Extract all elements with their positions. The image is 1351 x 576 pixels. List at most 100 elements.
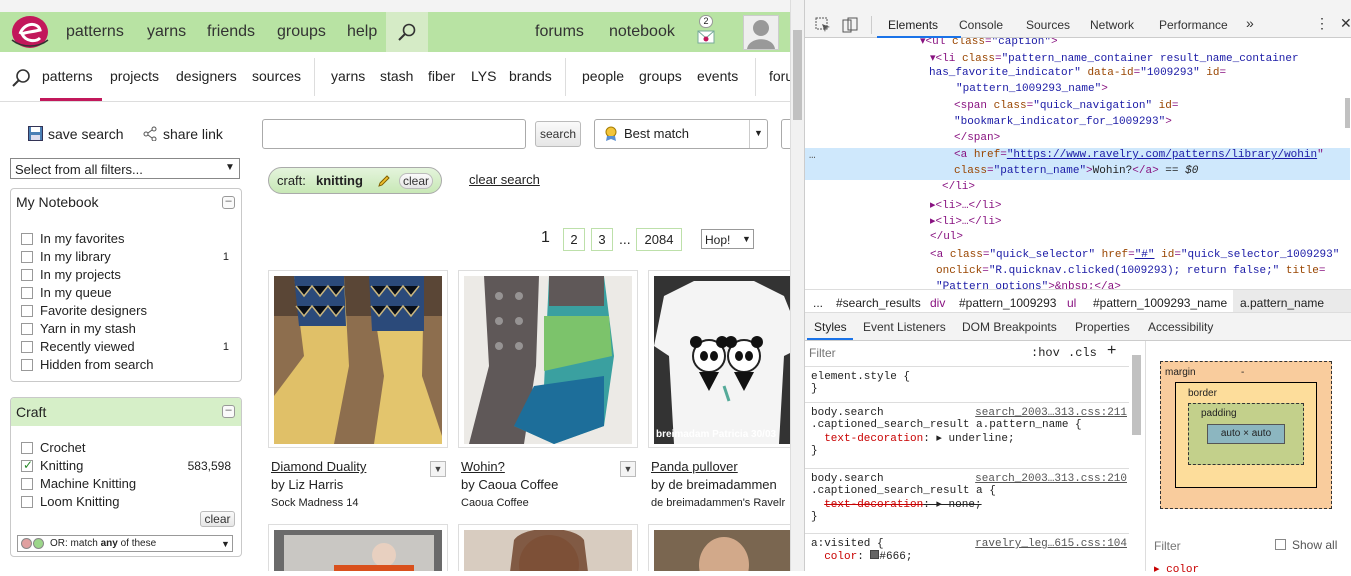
styles-scroll-thumb[interactable] (1132, 355, 1141, 435)
subnav-yarns[interactable]: yarns (331, 68, 365, 84)
checkbox[interactable] (21, 442, 33, 454)
devtools-tab-elements[interactable]: Elements (888, 18, 938, 32)
dom-line[interactable]: <a class="quick_selector" href="#" id="q… (930, 249, 1339, 261)
scroll-thumb[interactable] (793, 30, 802, 120)
craft-filter-item[interactable]: Crochet (11, 440, 241, 458)
sort-select[interactable]: Best match ▼ (594, 119, 768, 149)
cls-toggle[interactable]: .cls (1068, 346, 1097, 360)
subtab-accessibility[interactable]: Accessibility (1148, 320, 1213, 334)
notebook-filter-item[interactable]: In my projects (11, 267, 241, 285)
subtab-properties[interactable]: Properties (1075, 320, 1130, 334)
dom-line[interactable]: ▾<li class="pattern_name_container resul… (930, 51, 1299, 65)
css-source-link[interactable]: ravelry_leg…615.css:104 (975, 538, 1127, 550)
craft-filter-item[interactable]: Machine Knitting (11, 476, 241, 494)
topnav-help[interactable]: help (347, 23, 377, 41)
device-toolbar-icon[interactable] (842, 17, 858, 33)
checkbox[interactable] (21, 341, 33, 353)
subnav-patterns[interactable]: patterns (42, 68, 93, 84)
pattern-title-link[interactable]: Wohin? (461, 459, 505, 474)
devtools-tab-network[interactable]: Network (1090, 18, 1134, 32)
chip-clear-button[interactable]: clear (399, 173, 433, 189)
show-all-checkbox[interactable] (1275, 539, 1286, 550)
css-source-link[interactable]: search_2003…313.css:210 (975, 473, 1127, 485)
more-tabs-icon[interactable]: » (1246, 15, 1254, 31)
subnav-groups[interactable]: groups (639, 68, 682, 84)
page-link-3[interactable]: 3 (591, 228, 613, 251)
result-card[interactable] (268, 270, 448, 448)
dom-line[interactable]: ▸<li>…</li> (930, 198, 1002, 212)
devtools-tab-performance[interactable]: Performance (1159, 18, 1228, 32)
dom-line[interactable]: ▸<li>…</li> (930, 214, 1002, 228)
kebab-menu-icon[interactable]: ⋮ (1315, 15, 1329, 32)
search-button[interactable]: search (535, 121, 581, 147)
crumb-ellipsis[interactable]: ... (813, 296, 823, 310)
checkbox[interactable] (21, 305, 33, 317)
crumb-ul[interactable]: ul (1067, 296, 1076, 310)
inspect-element-icon[interactable] (815, 17, 831, 33)
checkbox[interactable] (21, 323, 33, 335)
css-source-link[interactable]: search_2003…313.css:211 (975, 407, 1127, 419)
craft-clear-button[interactable]: clear (200, 511, 235, 527)
topnav-patterns[interactable]: patterns (66, 23, 124, 41)
notebook-filter-item[interactable]: Recently viewed 1 (11, 339, 241, 357)
share-link-button[interactable]: share link (143, 125, 233, 143)
devtools-tab-sources[interactable]: Sources (1026, 18, 1070, 32)
subnav-brands[interactable]: brands (509, 68, 552, 84)
crumb-search-results[interactable]: #search_results (836, 296, 921, 310)
topnav-yarns[interactable]: yarns (147, 23, 186, 41)
checkbox[interactable] (21, 287, 33, 299)
pattern-source[interactable]: Caoua Coffee (461, 497, 529, 509)
checkbox[interactable] (21, 251, 33, 263)
subnav-events[interactable]: events (697, 68, 738, 84)
topnav-forums[interactable]: forums (535, 23, 584, 41)
result-card[interactable] (268, 524, 448, 571)
pattern-designer[interactable]: by Liz Harris (271, 477, 343, 492)
hov-toggle[interactable]: :hov (1031, 346, 1060, 360)
notebook-filter-item[interactable]: Yarn in my stash (11, 321, 241, 339)
close-icon[interactable]: ✕ (1340, 15, 1351, 32)
pattern-source[interactable]: de breimadammen's Ravelr (651, 497, 785, 509)
collapse-icon[interactable]: – (222, 196, 235, 209)
dom-line[interactable]: <span class="quick_navigation" id= (954, 100, 1178, 112)
subnav-sources[interactable]: sources (252, 68, 301, 84)
card-menu-chevron-icon[interactable]: ▼ (430, 461, 446, 477)
pattern-designer[interactable]: by de breimadammen (651, 477, 777, 492)
rule-none[interactable]: body.search .captioned_search_result a {… (811, 473, 996, 523)
page-link-last[interactable]: 2084 (636, 228, 682, 251)
pattern-title-link[interactable]: Diamond Duality (271, 459, 366, 474)
checked-checkbox[interactable]: ✓ (21, 458, 33, 472)
subnav-forums[interactable]: foru (769, 68, 790, 84)
topnav-search-tab[interactable] (386, 12, 428, 52)
styles-filter-input[interactable] (809, 343, 1019, 363)
rule-element-style[interactable]: element.style { } (811, 371, 910, 395)
craft-filter-item[interactable]: Loom Knitting (11, 494, 241, 512)
subtab-styles[interactable]: Styles (814, 320, 847, 334)
crumb-div[interactable]: div (930, 296, 945, 310)
page-scrollbar[interactable] (790, 0, 804, 571)
match-mode-select[interactable]: OR: match any of these ▼ (17, 535, 233, 552)
result-card[interactable]: breimadam Patricia 30/03 (648, 270, 790, 448)
notebook-filter-item[interactable]: In my queue (11, 285, 241, 303)
rule-visited[interactable]: a:visited { color: #666; (811, 538, 912, 563)
collapse-icon[interactable]: – (222, 405, 235, 418)
subnav-projects[interactable]: projects (110, 68, 159, 84)
checkbox[interactable] (21, 359, 33, 371)
subtab-event-listeners[interactable]: Event Listeners (863, 320, 946, 334)
filter-select[interactable]: Select from all filters... ▼ (10, 158, 240, 179)
notebook-filter-item[interactable]: Favorite designers (11, 303, 241, 321)
add-rule-icon[interactable]: + (1107, 342, 1116, 360)
dom-scroll-thumb[interactable] (1345, 98, 1350, 128)
card-menu-chevron-icon[interactable]: ▼ (620, 461, 636, 477)
subnav-people[interactable]: people (582, 68, 624, 84)
dom-line[interactable]: <a href="https://www.ravelry.com/pattern… (954, 149, 1324, 161)
notebook-filter-item[interactable]: In my favorites (11, 231, 241, 249)
search-input[interactable] (262, 119, 526, 149)
notebook-filter-item[interactable]: Hidden from search (11, 357, 241, 375)
result-card[interactable] (458, 270, 638, 448)
mail-button[interactable]: 2 (697, 15, 715, 49)
save-search-button[interactable]: save search (28, 125, 128, 143)
hop-select[interactable]: Hop! ▼ (701, 229, 754, 249)
topnav-friends[interactable]: friends (207, 23, 255, 41)
computed-color-prop[interactable]: ▸ color (1154, 562, 1199, 576)
pattern-source[interactable]: Sock Madness 14 (271, 497, 358, 509)
